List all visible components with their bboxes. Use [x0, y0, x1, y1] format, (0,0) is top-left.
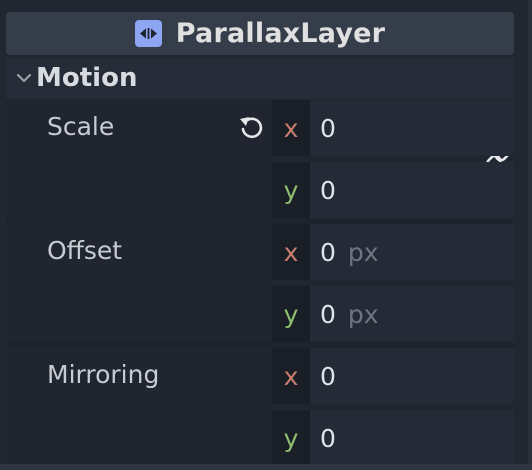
axis-label-x: x: [272, 348, 310, 404]
offset-x-value[interactable]: 0: [320, 238, 336, 267]
scale-y-value[interactable]: 0: [320, 176, 336, 205]
mirroring-y-value[interactable]: 0: [320, 424, 336, 453]
offset-y-value[interactable]: 0: [320, 300, 336, 329]
scrollbar-track[interactable]: [528, 0, 532, 470]
mirroring-y-field[interactable]: y 0: [272, 410, 514, 466]
scale-x-field[interactable]: x 0: [272, 100, 514, 156]
offset-y-unit: px: [347, 299, 379, 329]
axis-label-x: x: [272, 224, 310, 280]
node-type-header-content: ParallaxLayer: [134, 18, 386, 49]
section-header-motion[interactable]: Motion: [6, 57, 514, 99]
mirroring-x-field[interactable]: x 0: [272, 348, 514, 404]
axis-label-y: y: [272, 162, 310, 218]
axis-label-x: x: [272, 100, 310, 156]
property-label-scale: Scale: [47, 112, 115, 141]
inspector-panel: ParallaxLayer Motion Scale x 0 y 0 Offse…: [0, 0, 532, 470]
offset-x-field[interactable]: x 0 px: [272, 224, 514, 280]
parallax-layer-icon: [134, 20, 162, 47]
node-type-title: ParallaxLayer: [175, 18, 386, 49]
section-title: Motion: [36, 63, 138, 93]
scale-y-field[interactable]: y 0: [272, 162, 514, 218]
property-label-offset: Offset: [47, 236, 123, 265]
panel-bottom-border: [0, 464, 532, 470]
axis-label-y: y: [272, 410, 310, 466]
revert-icon[interactable]: [236, 113, 266, 143]
chevron-down-icon[interactable]: [14, 68, 34, 88]
axis-label-y: y: [272, 286, 310, 342]
node-type-header: ParallaxLayer: [6, 12, 514, 55]
property-label-mirroring: Mirroring: [47, 360, 160, 389]
offset-y-field[interactable]: y 0 px: [272, 286, 514, 342]
mirroring-x-value[interactable]: 0: [320, 362, 336, 391]
scale-x-value[interactable]: 0: [320, 114, 336, 143]
offset-x-unit: px: [347, 237, 379, 267]
